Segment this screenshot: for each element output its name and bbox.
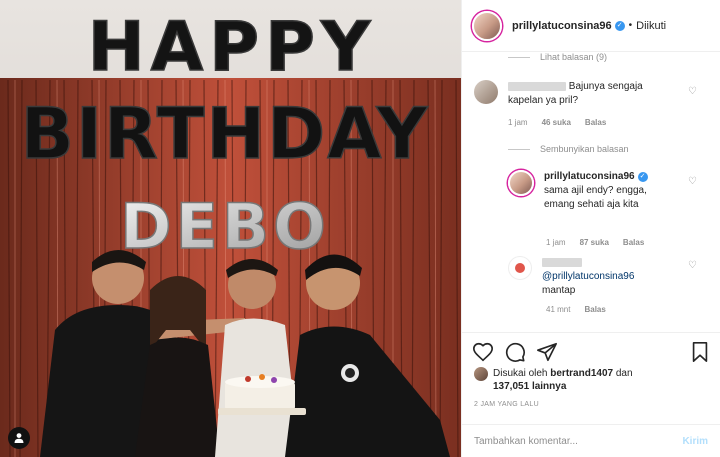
balloon-birthday: BIRTHDAY [21, 93, 430, 175]
post-timestamp[interactable]: 2 JAM YANG LALU [474, 401, 539, 408]
reply-author-avatar[interactable] [508, 170, 534, 196]
comment-body: Bajunya sengaja kapelan ya pril? [508, 80, 668, 108]
comments-list: Lihat balasan (9) Bajunya sengaja kapela… [462, 52, 720, 332]
verified-icon: ✓ [614, 20, 625, 31]
comment-likes[interactable]: 46 suka [542, 118, 571, 127]
view-replies-label: Lihat balasan (9) [540, 52, 608, 62]
comment-time: 1 jam [508, 118, 528, 127]
toggle-line [508, 148, 530, 150]
author-username[interactable]: prillylatuconsina96 [512, 20, 612, 32]
hide-replies-label: Sembunyikan balasan [540, 144, 629, 154]
follow-status-button[interactable]: Diikuti [636, 20, 666, 32]
reply-button[interactable]: Balas [584, 305, 605, 314]
reply-button[interactable]: Balas [585, 118, 606, 127]
post-photo[interactable]: HAPPY BIRTHDAY DEBO [0, 0, 461, 457]
liker-avatar[interactable] [474, 367, 488, 381]
balloon-name: DEBO [120, 190, 330, 263]
reply-commenter-avatar[interactable] [508, 256, 532, 280]
send-button[interactable]: Kirim [682, 436, 708, 447]
heart-icon[interactable] [472, 341, 494, 363]
reply-body: prillylatuconsina96 ✓ sama ajil endy? eng… [544, 170, 678, 212]
person-icon [14, 433, 24, 443]
reply-likes[interactable]: 87 suka [580, 238, 609, 247]
like-comment-heart-icon[interactable]: ♡ [688, 86, 697, 97]
hide-replies-toggle[interactable]: Sembunyikan balasan [508, 144, 629, 154]
post-actions: Disukai oleh bertrand1407 dan 137,051 la… [462, 332, 720, 424]
action-icons [472, 341, 710, 365]
redacted-username [542, 257, 582, 267]
reply-item: prillylatuconsina96 ✓ sama ajil endy? eng… [508, 170, 688, 212]
comment-icon[interactable] [504, 341, 526, 363]
comment-input[interactable] [474, 435, 683, 447]
commenter-avatar[interactable] [474, 80, 498, 104]
liked-and: dan [615, 368, 633, 379]
reply-meta: 41 mnt Balas [546, 305, 606, 314]
redacted-username [508, 81, 566, 91]
reply-username[interactable]: prillylatuconsina96 [544, 171, 635, 182]
share-icon[interactable] [536, 341, 558, 363]
toggle-line [508, 56, 530, 58]
liked-user-link[interactable]: bertrand1407 [550, 368, 613, 379]
author-avatar[interactable] [472, 10, 502, 41]
birthday-cake [218, 374, 306, 415]
liked-by-line: Disukai oleh bertrand1407 dan 137,051 la… [474, 367, 633, 393]
birthday-photo-illustration: HAPPY BIRTHDAY DEBO [0, 0, 461, 457]
reply-text: sama ajil endy? engga, emang sehati aja … [544, 185, 647, 210]
comment-meta: 1 jam 46 suka Balas [508, 118, 606, 127]
like-reply-heart-icon[interactable]: ♡ [688, 260, 697, 271]
reply-body: @prillylatuconsina96 mantap [542, 256, 676, 298]
user-tag-button[interactable] [8, 427, 30, 449]
likes-others-link[interactable]: lainnya [532, 381, 566, 392]
view-replies-toggle[interactable]: Lihat balasan (9) [508, 52, 607, 62]
like-reply-heart-icon[interactable]: ♡ [688, 176, 697, 187]
reply-button[interactable]: Balas [623, 238, 644, 247]
reply-time: 1 jam [546, 238, 566, 247]
mention-link[interactable]: @prillylatuconsina96 [542, 271, 634, 282]
logo-icon [515, 263, 525, 273]
post-header: prillylatuconsina96 ✓ • Diikuti [462, 0, 720, 52]
comment-item: Bajunya sengaja kapelan ya pril? [474, 80, 684, 108]
liked-prefix: Disukai oleh [493, 368, 548, 379]
reply-text: mantap [542, 285, 576, 296]
liked-by-text: Disukai oleh bertrand1407 dan 137,051 la… [493, 367, 633, 393]
verified-icon: ✓ [637, 172, 648, 182]
reply-item: @prillylatuconsina96 mantap [508, 256, 688, 298]
reply-meta: 1 jam 87 suka Balas [546, 238, 644, 247]
bookmark-icon[interactable] [690, 341, 710, 363]
separator-dot: • [628, 20, 633, 31]
reply-time: 41 mnt [546, 305, 571, 314]
comment-composer: Kirim [462, 424, 720, 457]
likes-count[interactable]: 137,051 [493, 381, 529, 392]
post-sidebar: prillylatuconsina96 ✓ • Diikuti Lihat ba… [461, 0, 720, 457]
balloon-happy: HAPPY [88, 8, 376, 87]
